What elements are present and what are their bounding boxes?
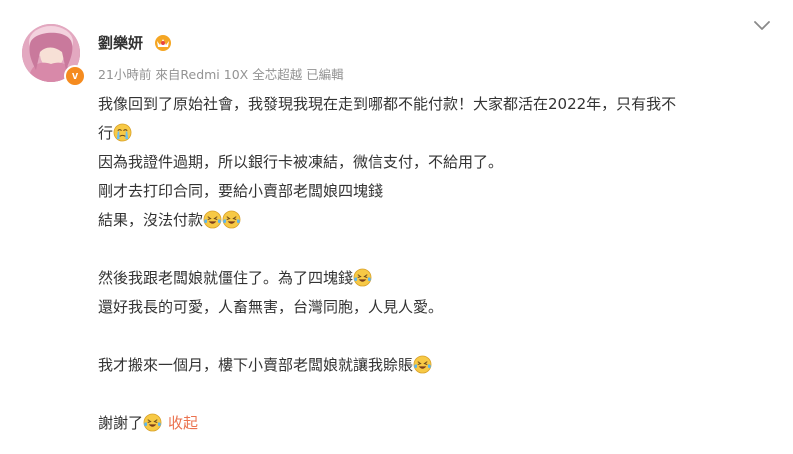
crying-emoji-icon [113, 123, 132, 142]
username[interactable]: 劉樂妍 [98, 32, 143, 53]
post-line: 因為我證件過期，所以銀行卡被凍結，微信支付，不給用了。 [98, 148, 788, 177]
post-text: 結果，沒法付款 [98, 211, 204, 229]
post-line: 結果，沒法付款 [98, 206, 788, 235]
post-text: 然後我跟老闆娘就僵住了。為了四塊錢 [98, 269, 354, 287]
laugh-cry-emoji-icon [413, 355, 432, 374]
post-text: 我才搬來一個月，樓下小賣部老闆娘就讓我賒賬 [98, 356, 414, 374]
collapse-link[interactable]: 收起 [168, 414, 198, 432]
post-line: 還好我長的可愛，人畜無害，台灣同胞，人見人愛。 [98, 293, 788, 322]
post-text: 行 [98, 124, 114, 142]
post-line: 我才搬來一個月，樓下小賣部老闆娘就讓我賒賬 [98, 351, 788, 380]
verified-badge-icon: v [64, 65, 86, 87]
post-line: 我像回到了原始社會，我發現我現在走到哪都不能付款！大家都活在2022年，只有我不 [98, 90, 788, 119]
post-line: 剛才去打印合同，要給小賣部老闆娘四塊錢 [98, 177, 788, 206]
post-text: 謝謝了 [98, 414, 144, 432]
laugh-cry-emoji-icon [143, 413, 162, 432]
post-content: 我像回到了原始社會，我發現我現在走到哪都不能付款！大家都活在2022年，只有我不… [98, 90, 788, 438]
post-line: 行 [98, 119, 788, 148]
post-text: 我像回到了原始社會，我發現我現在走到哪都不能付款！大家都活在2022年，只有我不 [98, 95, 677, 113]
crown-icon[interactable] [153, 33, 173, 51]
post-text: 剛才去打印合同，要給小賣部老闆娘四塊錢 [98, 182, 384, 200]
laugh-cry-emoji-icon [353, 268, 372, 287]
laugh-cry-emoji-icon [222, 210, 241, 229]
post-text: 因為我證件過期，所以銀行卡被凍結，微信支付，不給用了。 [98, 153, 504, 171]
post-meta: 21小時前 來自Redmi 10X 全芯超越 已編輯 [98, 67, 344, 82]
laugh-cry-emoji-icon [203, 210, 222, 229]
post-line: 然後我跟老闆娘就僵住了。為了四塊錢 [98, 264, 788, 293]
post-text: 還好我長的可愛，人畜無害，台灣同胞，人見人愛。 [98, 298, 444, 316]
post-line: 謝謝了 收起 [98, 409, 788, 438]
chevron-down-icon[interactable] [752, 18, 772, 34]
